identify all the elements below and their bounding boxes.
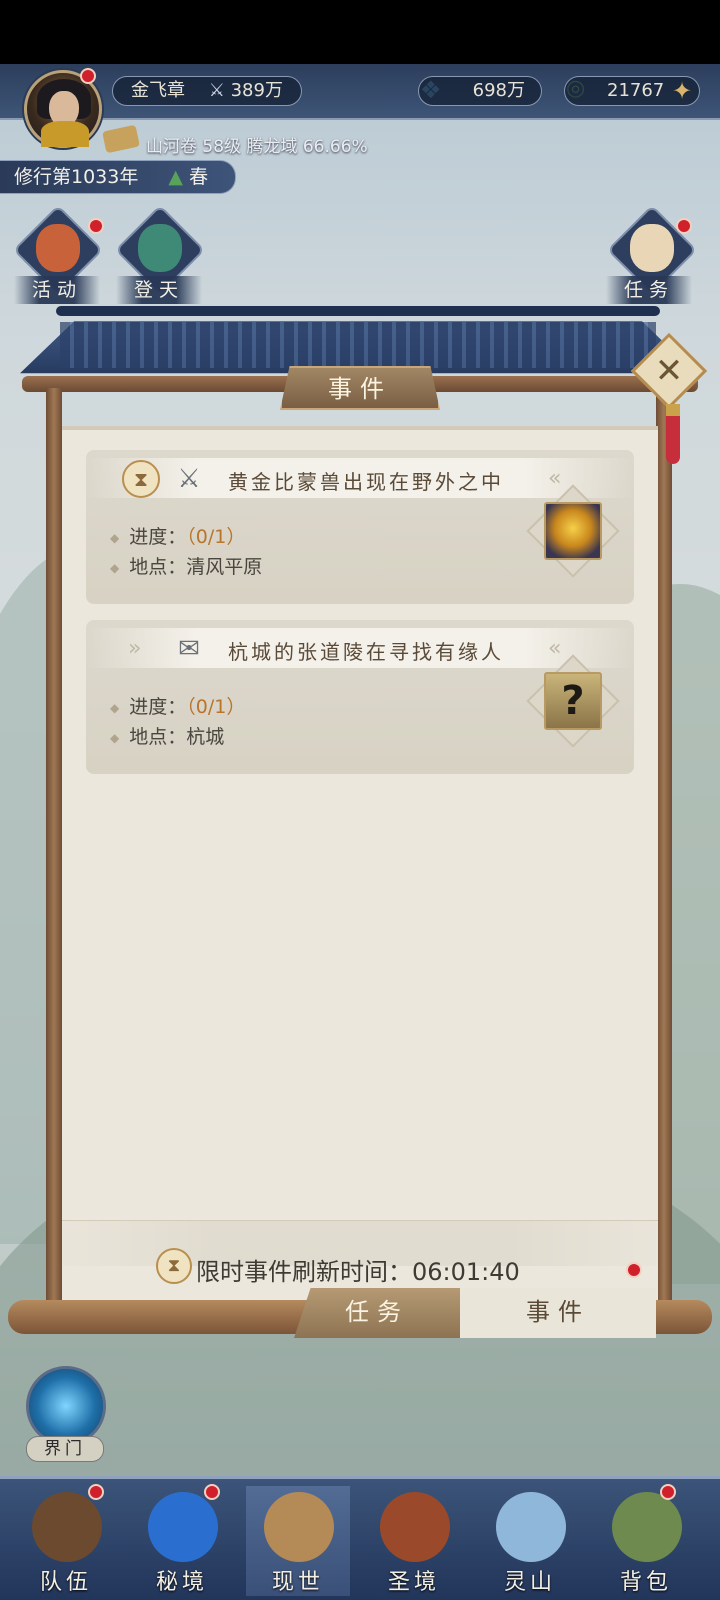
- sword-power-icon: ⚔: [208, 80, 225, 101]
- events-tab-notification-dot: [626, 1262, 642, 1278]
- nav-label: 现世: [271, 1570, 324, 1595]
- event-title: 黄金比蒙兽出现在野外之中: [228, 470, 504, 494]
- player-info-pill[interactable]: 金飞章 ⚔ 389万: [112, 76, 302, 106]
- progress-label: 进度：: [129, 526, 187, 548]
- nav-label: 队伍: [39, 1570, 92, 1595]
- roof-tiles: [60, 322, 656, 368]
- event-title: 杭城的张道陵在寻找有缘人: [228, 640, 504, 664]
- event-card[interactable]: » ✉ 杭城的张道陵在寻找有缘人 « ◆ 进度：（0/1） ◆ 地点：杭城 ?: [86, 620, 634, 774]
- status-bar: [0, 0, 720, 64]
- golden-behemoth-portrait[interactable]: [544, 502, 602, 560]
- bullet-diamond-icon: ◆: [110, 530, 120, 545]
- pine-tree-icon: ▲: [168, 166, 184, 188]
- world-map-scroll-icon: [264, 1492, 334, 1562]
- bullet-diamond-icon: ◆: [110, 700, 120, 715]
- location-value: 杭城: [186, 726, 225, 748]
- nav-spirit-mountain[interactable]: 灵山: [478, 1486, 582, 1596]
- event-card[interactable]: ⧗ ⚔ 黄金比蒙兽出现在野外之中 « ◆ 进度：（0/1） ◆ 地点：清风平原: [86, 450, 634, 604]
- combat-power: 389万: [230, 80, 283, 101]
- realm-gate-button[interactable]: [26, 1366, 106, 1446]
- backpack-icon: [612, 1492, 682, 1562]
- roof-ridge: [56, 306, 660, 316]
- activity-label: 活动: [14, 276, 100, 304]
- hourglass-icon: ⧗: [156, 1248, 192, 1284]
- progress-value: （0/1）: [186, 526, 246, 548]
- modal-title: 事件: [280, 366, 440, 410]
- nav-secret-realm[interactable]: 秘境: [130, 1486, 234, 1596]
- realm-progress: 山河卷 58级 腾龙域 66.66%: [146, 137, 368, 157]
- event-location: ◆ 地点：清风平原: [110, 552, 262, 579]
- nav-holy-realm[interactable]: 圣境: [362, 1486, 466, 1596]
- progress-value: （0/1）: [186, 696, 246, 718]
- hourglass-icon: ⧗: [122, 460, 160, 498]
- progress-label: 进度：: [129, 696, 187, 718]
- chevron-left-icon: «: [548, 636, 562, 661]
- nav-label: 秘境: [155, 1570, 208, 1595]
- realm-gate-label: 界门: [26, 1436, 104, 1462]
- lantern-icon: [36, 224, 80, 272]
- nav-backpack[interactable]: 背包: [594, 1486, 698, 1596]
- secret-realm-notification-dot: [204, 1484, 220, 1500]
- cultivation-year-bar[interactable]: 修行第1033年 ▲ 春: [0, 160, 236, 194]
- nav-label: 圣境: [387, 1570, 440, 1595]
- location-value: 清风平原: [186, 556, 263, 578]
- avatar-robe: [41, 121, 89, 147]
- jade-sword-icon: [138, 224, 182, 272]
- tab-events[interactable]: 事件: [460, 1288, 656, 1338]
- season: 春: [189, 166, 209, 188]
- tasks-notification-dot: [676, 218, 692, 234]
- player-name: 金飞章: [131, 80, 185, 101]
- backpack-notification-dot: [660, 1484, 676, 1500]
- tab-tasks[interactable]: 任务: [294, 1288, 460, 1338]
- bullet-diamond-icon: ◆: [110, 730, 120, 745]
- tassel-ornament: [666, 404, 680, 464]
- nav-label: 背包: [619, 1570, 672, 1595]
- mountain-icon: [496, 1492, 566, 1562]
- nav-label: 灵山: [503, 1570, 556, 1595]
- close-icon: ✕: [654, 351, 684, 391]
- crossed-swords-icon: ⚔: [177, 464, 201, 494]
- cultivation-year: 修行第1033年: [14, 166, 139, 188]
- location-label: 地点：: [129, 556, 187, 578]
- nav-team[interactable]: 队伍: [14, 1486, 118, 1596]
- ascend-label: 登天: [116, 276, 202, 304]
- refresh-timer: 限时事件刷新时间：06:01:40: [196, 1258, 520, 1286]
- team-notification-dot: [88, 1484, 104, 1500]
- jade-currency[interactable]: 698万: [418, 76, 542, 106]
- question-mark-icon: ?: [561, 678, 585, 724]
- event-progress: ◆ 进度：（0/1）: [110, 692, 245, 719]
- event-progress: ◆ 进度：（0/1）: [110, 522, 245, 549]
- nav-world[interactable]: 现世: [246, 1486, 350, 1596]
- tasks-side-label: 任务: [606, 276, 692, 304]
- avatar-notification-dot: [80, 68, 96, 84]
- chevron-right-icon: »: [128, 636, 142, 661]
- left-post: [46, 388, 62, 1308]
- team-hat-icon: [32, 1492, 102, 1562]
- add-currency-icon[interactable]: ✦: [668, 77, 696, 105]
- chevron-left-icon: «: [548, 466, 562, 491]
- event-location: ◆ 地点：杭城: [110, 722, 224, 749]
- palace-icon: [380, 1492, 450, 1562]
- task-scroll-icon: [630, 224, 674, 272]
- location-label: 地点：: [129, 726, 187, 748]
- scroll-letter-icon: ✉: [178, 634, 200, 664]
- mystery-npc-portrait[interactable]: ?: [544, 672, 602, 730]
- vortex-icon: [148, 1492, 218, 1562]
- bullet-diamond-icon: ◆: [110, 560, 120, 575]
- activity-notification-dot: [88, 218, 104, 234]
- right-post: [656, 388, 672, 1308]
